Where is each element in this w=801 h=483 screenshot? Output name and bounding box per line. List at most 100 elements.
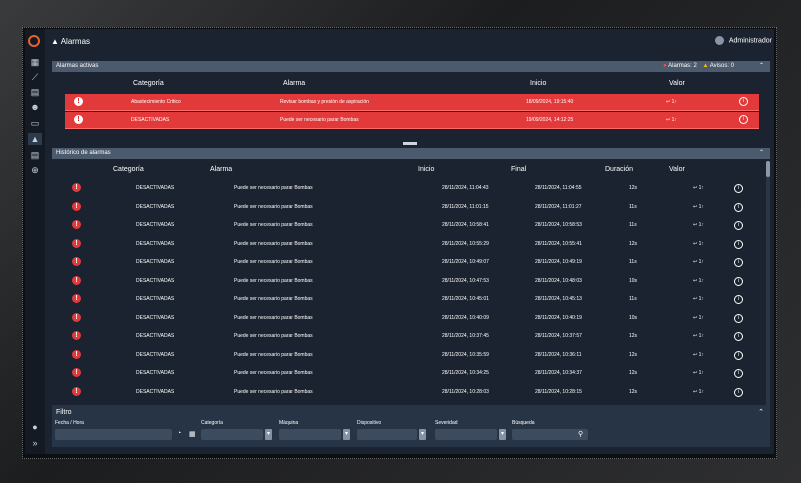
- table-row[interactable]: ! DESACTIVADAS Puede ser necesario parar B…: [52, 179, 764, 197]
- scrollbar-thumb[interactable]: [766, 161, 770, 177]
- search-icon[interactable]: ⚲: [578, 430, 583, 438]
- collapse-chevron-icon[interactable]: ⌃: [759, 148, 764, 159]
- cell-duracion: 12s: [629, 333, 638, 339]
- info-circle-icon[interactable]: i: [734, 295, 743, 304]
- cell-categoria: DESACTIVADAS: [136, 277, 175, 284]
- user-name: Administrador: [728, 37, 772, 45]
- cell-duracion: 11s: [629, 259, 637, 265]
- hist-col-duracion: Duración: [605, 166, 634, 173]
- user-menu[interactable]: Administrador: [715, 36, 772, 45]
- expand-icon[interactable]: »: [28, 437, 42, 449]
- resize-handle[interactable]: [403, 142, 417, 145]
- cell-categoria: DESACTIVADAS: [136, 388, 175, 395]
- row-categoria: DESACTIVADAS: [131, 117, 170, 123]
- busqueda-input[interactable]: [512, 429, 588, 440]
- alert-icon: !: [72, 349, 81, 359]
- table-row[interactable]: ! DESACTIVADAS Puede ser necesario parar B…: [52, 383, 764, 401]
- history-header[interactable]: Histórico de alarmas ⌃: [52, 148, 770, 159]
- info-circle-icon[interactable]: i: [734, 202, 743, 212]
- info-circle-icon[interactable]: i: [734, 258, 743, 267]
- warning-icon[interactable]: ▲: [28, 133, 42, 145]
- info-circle-icon[interactable]: i: [734, 369, 743, 378]
- table-row[interactable]: ! DESACTIVADAS Puede ser necesario parar B…: [52, 198, 764, 216]
- info-circle-icon[interactable]: i: [734, 221, 743, 230]
- hist-col-categoria: Categoría: [113, 166, 144, 173]
- cell-alarma: Puede ser necesario parar Bombas: [234, 240, 313, 247]
- dropdown-icon[interactable]: ▾: [419, 429, 426, 440]
- settings-icon[interactable]: ⊕: [28, 164, 42, 176]
- info-circle-icon[interactable]: i: [734, 332, 743, 341]
- cell-final: 28/11/2024, 10:40:19: [535, 314, 582, 321]
- filter-panel: Filtro ⌃ Fecha / Hora ◔ ▦ Categoría ▾ Má…: [52, 405, 770, 447]
- info-circle-icon[interactable]: i: [734, 387, 743, 397]
- alert-icon: !: [72, 183, 81, 192]
- fecha-input[interactable]: [55, 429, 172, 440]
- table-row[interactable]: ! DESACTIVADAS Puede ser necesario parar B…: [52, 364, 764, 382]
- cell-alarma: Puede ser necesario parar Bombas: [234, 296, 313, 302]
- info-circle-icon[interactable]: i: [739, 97, 748, 106]
- cell-alarma: Puede ser necesario parar Bombas: [234, 333, 313, 339]
- table-row[interactable]: ! DESACTIVADAS Puede ser necesario parar B…: [52, 309, 764, 327]
- cell-valor: ↩ 1↑: [693, 185, 704, 191]
- info-circle-icon[interactable]: i: [734, 313, 743, 323]
- cell-duracion: 12s: [629, 388, 638, 395]
- clock-icon[interactable]: ◔: [177, 430, 181, 437]
- cell-final: 28/11/2024, 10:45:13: [535, 296, 582, 302]
- table-row[interactable]: ! DESACTIVADAS Puede ser necesario parar B…: [52, 272, 764, 290]
- table-row[interactable]: ! DESACTIVADAS Puede ser necesario parar B…: [52, 290, 764, 308]
- row-alarma: Puede ser necesario parar Bombas: [280, 117, 359, 123]
- info-circle-icon[interactable]: i: [739, 115, 748, 124]
- table-row[interactable]: ! DESACTIVADAS Puede ser necesario parar B…: [52, 216, 764, 234]
- calendar-icon[interactable]: ▦: [189, 430, 196, 438]
- info-circle-icon[interactable]: i: [734, 276, 743, 286]
- row-alarma: Revisar bombas y presión de aspiración: [280, 99, 369, 105]
- collapse-chevron-icon[interactable]: ⌃: [758, 408, 764, 416]
- report-icon[interactable]: ▤: [28, 149, 42, 161]
- cell-inicio: 28/11/2024, 10:40:09: [442, 314, 489, 321]
- cell-duracion: 12s: [629, 185, 638, 191]
- active-alarms-title: Alarmas activas: [56, 63, 99, 69]
- label-dispositivo: Dispositivo: [357, 420, 382, 426]
- maquina-select[interactable]: [279, 429, 341, 440]
- dashboard-icon[interactable]: ▦: [28, 56, 42, 68]
- active-alarm-row[interactable]: ! DESACTIVADAS Puede ser necesario parar…: [65, 112, 759, 129]
- dropdown-icon[interactable]: ▾: [343, 429, 350, 440]
- info-circle-icon[interactable]: i: [734, 350, 743, 360]
- users-icon[interactable]: ☻: [28, 101, 42, 113]
- cell-final: 28/11/2024, 10:49:19: [535, 259, 582, 265]
- dropdown-icon[interactable]: ▾: [499, 429, 506, 440]
- hist-col-final: Final: [511, 166, 527, 173]
- cell-categoria: DESACTIVADAS: [136, 203, 175, 210]
- cell-valor: ↩ 1↑: [693, 351, 704, 358]
- cell-final: 28/11/2024, 11:04:55: [535, 185, 582, 191]
- history-scrollbar[interactable]: [766, 161, 770, 405]
- table-row[interactable]: ! DESACTIVADAS Puede ser necesario parar B…: [52, 327, 764, 345]
- row-valor: ↩ 1↑: [666, 117, 677, 123]
- info-circle-icon[interactable]: i: [734, 239, 743, 249]
- chat-icon[interactable]: ▭: [28, 117, 42, 129]
- cell-duracion: 12s: [629, 351, 638, 358]
- hist-col-alarma: Alarma: [210, 166, 233, 173]
- severidad-select[interactable]: [435, 429, 497, 440]
- table-row[interactable]: ! DESACTIVADAS Puede ser necesario parar B…: [52, 253, 764, 271]
- info-icon[interactable]: ●: [28, 421, 42, 433]
- cell-categoria: DESACTIVADAS: [136, 240, 175, 247]
- cell-categoria: DESACTIVADAS: [136, 185, 175, 191]
- info-circle-icon[interactable]: i: [734, 184, 743, 193]
- dropdown-icon[interactable]: ▾: [265, 429, 272, 440]
- dispositivo-select[interactable]: [357, 429, 417, 440]
- active-alarms-header[interactable]: Alarmas activas ● Alarmas: 2 ▲ Avisos: 0…: [52, 61, 770, 72]
- document-icon[interactable]: ▤: [28, 86, 42, 98]
- chart-icon[interactable]: ⟋: [28, 71, 42, 83]
- topbar: ▲ Alarmas Administrador: [45, 29, 774, 55]
- categoria-select[interactable]: [201, 429, 263, 440]
- cell-inicio: 28/11/2024, 11:01:15: [442, 203, 489, 210]
- collapse-chevron-icon[interactable]: ⌃: [759, 61, 764, 72]
- table-row[interactable]: ! DESACTIVADAS Puede ser necesario parar B…: [52, 235, 764, 253]
- cell-inicio: 28/11/2024, 11:04:43: [442, 185, 489, 191]
- cell-duracion: 12s: [629, 240, 638, 247]
- active-col-valor: Valor: [669, 80, 685, 87]
- cell-final: 28/11/2024, 10:55:41: [535, 240, 582, 247]
- active-alarm-row[interactable]: ! Abastecimiento Critico Revisar bombas …: [65, 94, 759, 111]
- table-row[interactable]: ! DESACTIVADAS Puede ser necesario parar B…: [52, 346, 764, 364]
